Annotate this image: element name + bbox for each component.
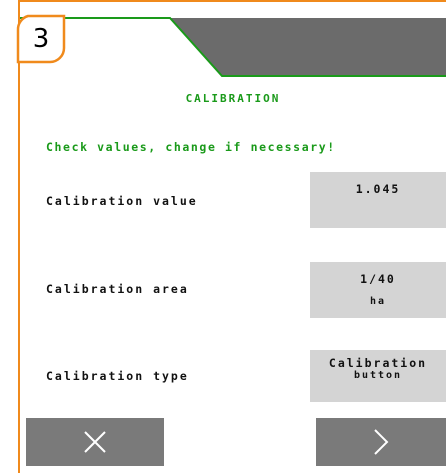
calibration-type-value: Calibration [328, 356, 428, 370]
calibration-value-field[interactable]: 1.045 [310, 172, 446, 228]
chevron-right-icon [374, 429, 389, 455]
page-title: CALIBRATION [185, 92, 281, 105]
hint-text: Check values, change if necessary! [46, 140, 336, 154]
calibration-area-field[interactable]: 1/40 ha [310, 262, 446, 318]
calibration-type-unit: button [353, 370, 403, 381]
cancel-button[interactable] [26, 418, 164, 466]
header-tab [20, 17, 446, 77]
field-label-calibration-type: Calibration type [46, 369, 189, 383]
step-number: 3 [32, 24, 50, 54]
next-button[interactable] [316, 418, 446, 466]
calibration-area-unit: ha [369, 296, 387, 307]
close-icon [84, 431, 106, 453]
calibration-area-value: 1/40 [360, 272, 396, 286]
calibration-type-field[interactable]: Calibration button [310, 350, 446, 402]
calibration-value: 1.045 [355, 182, 401, 196]
field-label-calibration-area: Calibration area [46, 282, 189, 296]
field-label-calibration-value: Calibration value [46, 194, 198, 208]
